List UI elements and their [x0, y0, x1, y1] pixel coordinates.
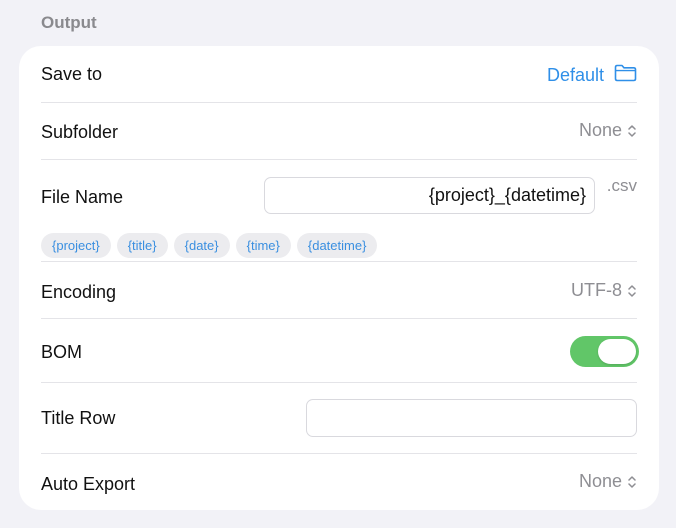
subfolder-label: Subfolder	[41, 122, 119, 142]
token-date[interactable]: {date}	[173, 233, 230, 258]
save-to-label: Save to	[41, 64, 103, 84]
save-to-value[interactable]: Default	[547, 65, 604, 86]
file-extension: .csv	[606, 176, 637, 195]
bom-toggle[interactable]	[570, 336, 639, 367]
bom-row: BOM	[41, 319, 639, 383]
auto-export-picker[interactable]: None	[579, 471, 637, 492]
encoding-picker[interactable]: UTF-8	[571, 280, 637, 301]
encoding-value[interactable]: UTF-8	[571, 280, 622, 301]
token-project[interactable]: {project}	[41, 233, 111, 258]
save-to-row[interactable]: Save to Default	[41, 46, 637, 103]
chevron-up-down-icon	[628, 475, 636, 488]
title-row-row: Title Row	[41, 383, 637, 454]
subfolder-picker[interactable]: None	[579, 120, 637, 141]
file-name-tokens: {project} {title} {date} {time} {datetim…	[41, 233, 378, 258]
save-to-picker[interactable]: Default	[547, 64, 637, 87]
chevron-up-down-icon	[628, 124, 636, 137]
output-settings-card: Save to Default Subfolder None File Name…	[19, 46, 659, 510]
file-name-input[interactable]	[264, 177, 595, 214]
toggle-knob	[598, 339, 636, 364]
token-datetime[interactable]: {datetime}	[296, 233, 378, 258]
token-time[interactable]: {time}	[235, 233, 291, 258]
bom-label: BOM	[41, 342, 83, 362]
auto-export-value[interactable]: None	[579, 471, 622, 492]
folder-icon[interactable]	[614, 64, 637, 87]
auto-export-label: Auto Export	[41, 474, 136, 494]
file-name-label: File Name	[41, 187, 124, 207]
title-row-input[interactable]	[306, 399, 637, 437]
auto-export-row[interactable]: Auto Export None	[41, 454, 637, 510]
encoding-row[interactable]: Encoding UTF-8	[41, 262, 637, 319]
title-row-label: Title Row	[41, 408, 116, 428]
subfolder-value[interactable]: None	[579, 120, 622, 141]
chevron-up-down-icon	[628, 284, 636, 297]
encoding-label: Encoding	[41, 282, 117, 302]
file-name-row: File Name .csv {project} {title} {date} …	[41, 160, 637, 262]
section-title: Output	[41, 13, 97, 32]
subfolder-row[interactable]: Subfolder None	[41, 103, 637, 160]
token-title[interactable]: {title}	[116, 233, 168, 258]
